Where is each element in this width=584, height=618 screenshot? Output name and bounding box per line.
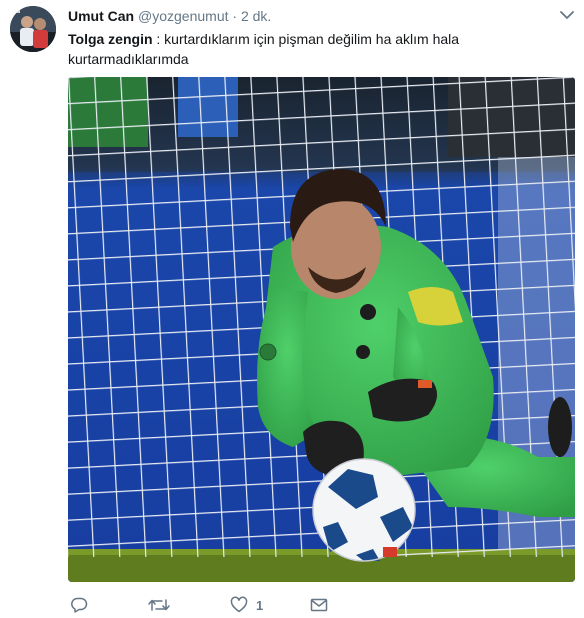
direct-message-button[interactable] <box>310 594 328 616</box>
tweet-text: Tolga zengin : kurtardıklarım için pişma… <box>68 29 568 69</box>
heart-icon <box>230 596 248 613</box>
like-count: 1 <box>256 597 264 613</box>
envelope-icon <box>310 598 328 612</box>
like-button[interactable]: 1 <box>230 594 263 616</box>
author-name[interactable]: Umut Can <box>68 8 134 24</box>
tweet-actions: 1 <box>68 594 368 618</box>
goalkeeper-photo <box>68 77 575 582</box>
reply-icon <box>71 597 88 613</box>
tweet-header: Umut Can @yozgenumut · 2 dk. <box>68 7 271 25</box>
retweet-button[interactable] <box>148 594 170 616</box>
author-handle[interactable]: @yozgenumut <box>138 8 228 24</box>
tweet-timestamp[interactable]: 2 dk. <box>241 8 271 24</box>
tweet-media-image[interactable] <box>68 77 575 582</box>
retweet-icon <box>148 599 170 611</box>
tweet-text-bold: Tolga zengin <box>68 31 153 47</box>
avatar-image <box>10 6 56 52</box>
avatar[interactable] <box>10 6 56 52</box>
reply-button[interactable] <box>70 594 88 616</box>
separator-dot: · <box>232 8 238 24</box>
chevron-down-icon[interactable] <box>558 7 576 23</box>
